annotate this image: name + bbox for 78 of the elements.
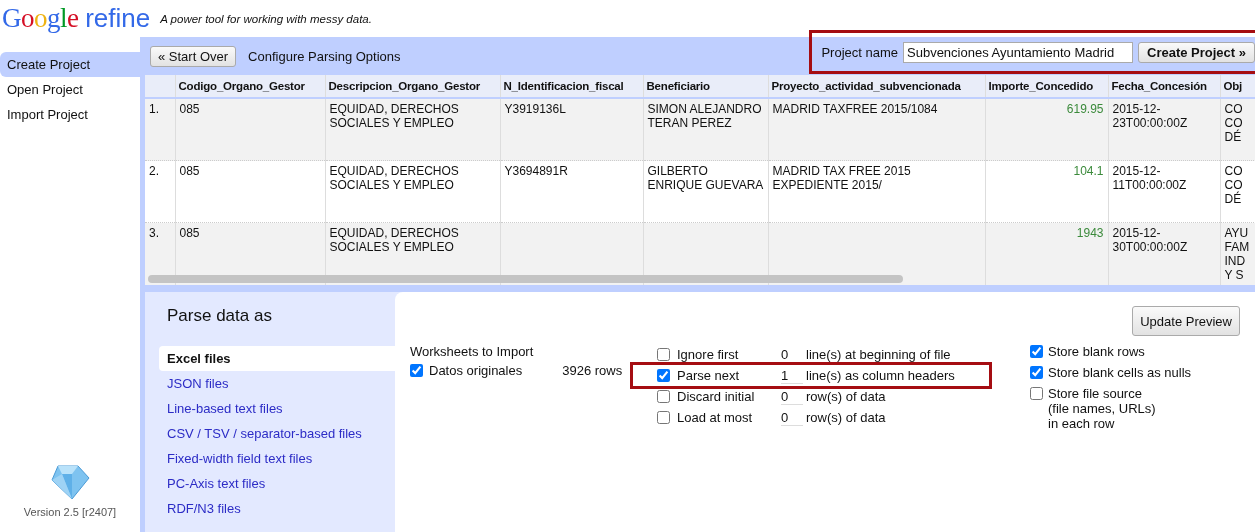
scrollbar[interactable]	[148, 275, 903, 283]
section-title: Parse data as	[166, 306, 273, 326]
format-item[interactable]: Line-based text files	[145, 396, 395, 421]
option-label: Parse next	[677, 368, 741, 383]
logo-text: Google	[2, 3, 79, 33]
sidebar-item[interactable]: Create Project	[0, 52, 140, 77]
number-field[interactable]: 0	[781, 346, 803, 363]
format-item[interactable]: Excel files	[159, 346, 395, 371]
version-text: Version 2.5 [r2407]	[23, 506, 117, 518]
sidebar-item[interactable]: Open Project	[0, 77, 140, 102]
page-title: Configure Parsing Options	[248, 48, 401, 64]
option-suffix: line(s) at beginning of file	[806, 347, 952, 362]
table-cell: MADRID TAX FREE 2015 EXPEDIENTE 2015/	[768, 160, 985, 223]
format-item[interactable]: Fixed-width field text files	[145, 446, 395, 471]
checkbox[interactable]	[657, 348, 670, 361]
column-header: N_Identificacion_fiscal	[500, 75, 643, 98]
checkbox[interactable]	[1030, 366, 1043, 379]
table-cell: 085	[175, 98, 325, 161]
table-cell: 1943	[985, 222, 1108, 285]
row-number: 2.	[145, 160, 175, 223]
column-header: Fecha_Concesión	[1108, 75, 1220, 98]
row-number: 1.	[145, 98, 175, 161]
option-label: Store blank cells as nulls	[1048, 365, 1192, 380]
option-suffix: line(s) as column headers	[806, 368, 956, 383]
diamond-icon	[50, 464, 90, 500]
checkbox[interactable]	[657, 369, 670, 382]
table-cell: 104.1	[985, 160, 1108, 223]
column-header: Obj	[1220, 75, 1255, 98]
table-cell: AYU FAM IND Y S	[1220, 222, 1255, 285]
table-cell: GILBERTO ENRIQUE GUEVARA	[643, 160, 768, 223]
option-suffix: row(s) of data	[806, 389, 887, 404]
column-header: Proyecto_actividad_subvencionada	[768, 75, 985, 98]
start-over-button[interactable]: « Start Over	[150, 45, 237, 67]
table-cell: Y3694891R	[500, 160, 643, 223]
table-cell: EQUIDAD, DERECHOS SOCIALES Y EMPLEO	[325, 98, 500, 161]
table-cell: MADRID TAXFREE 2015/1084	[768, 98, 985, 161]
checkbox[interactable]	[410, 364, 423, 377]
option-suffix: row(s) of data	[806, 410, 887, 425]
create-project-button[interactable]: Create Project »	[1138, 41, 1255, 63]
sidebar-item[interactable]: Import Project	[0, 102, 140, 127]
table-cell: 619.95	[985, 98, 1108, 161]
table-cell: EQUIDAD, DERECHOS SOCIALES Y EMPLEO	[325, 160, 500, 223]
number-field[interactable]: 0	[781, 409, 803, 426]
column-header: Descripcion_Organo_Gestor	[325, 75, 500, 98]
checkbox[interactable]	[657, 411, 670, 424]
column-header: Beneficiario	[643, 75, 768, 98]
option-label: Discard initial	[677, 389, 756, 404]
row-count: 3926 rows	[562, 363, 623, 378]
checkbox[interactable]	[657, 390, 670, 403]
table-cell: 2015-12-23T00:00:00Z	[1108, 98, 1220, 161]
format-item[interactable]: PC-Axis text files	[145, 471, 395, 496]
checkbox[interactable]	[1030, 345, 1043, 358]
checkbox[interactable]	[1030, 387, 1043, 400]
table-cell: SIMON ALEJANDRO TERAN PEREZ	[643, 98, 768, 161]
table-cell: 2015-12-11T00:00:00Z	[1108, 160, 1220, 223]
project-name-field[interactable]: Subvenciones Ayuntamiento Madrid	[903, 41, 1133, 63]
table-cell: Y3919136L	[500, 98, 643, 161]
format-item[interactable]: JSON files	[145, 371, 395, 396]
option-label: Ignore first	[677, 347, 740, 362]
column-header: Codigo_Organo_Gestor	[175, 75, 325, 98]
update-preview-button[interactable]: Update Preview	[1132, 306, 1240, 336]
format-item[interactable]: RDF/N3 files	[145, 496, 395, 521]
tagline: A power tool for working with messy data.	[160, 12, 372, 25]
table-cell: 085	[175, 160, 325, 223]
worksheets-label: Worksheets to Import	[410, 344, 535, 359]
option-label: Store blank rows	[1048, 344, 1145, 359]
number-field[interactable]: 1	[781, 367, 803, 384]
product-name: refine	[85, 3, 151, 33]
column-header: Importe_Concedido	[985, 75, 1108, 98]
worksheet-name: Datos originales	[429, 363, 523, 378]
table-cell: CO CO DÉ	[1220, 160, 1255, 223]
format-item[interactable]: CSV / TSV / separator-based files	[145, 421, 395, 446]
option-label: Store file source (file names, URLs) in each row	[1048, 386, 1156, 431]
project-name-label: Project name	[821, 44, 898, 60]
table-cell: 2015-12-30T00:00:00Z	[1108, 222, 1220, 285]
table-cell: CO CO DÉ	[1220, 98, 1255, 161]
option-label: Load at most	[677, 410, 754, 425]
number-field[interactable]: 0	[781, 388, 803, 405]
